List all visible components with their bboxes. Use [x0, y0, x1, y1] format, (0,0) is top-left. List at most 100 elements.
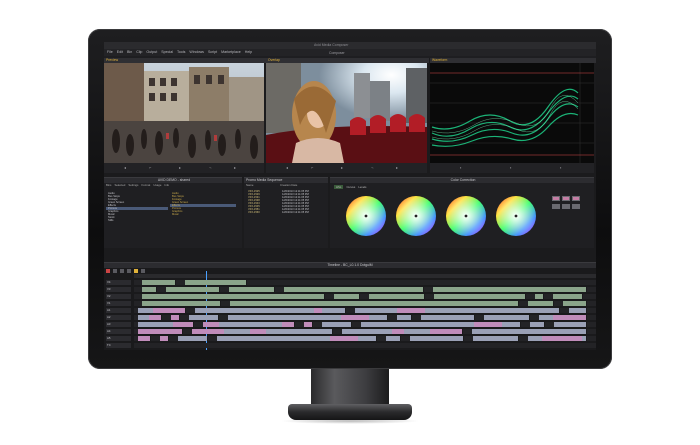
audio-clip[interactable] — [530, 322, 545, 327]
audio-clip[interactable] — [471, 308, 489, 313]
audio-clip[interactable] — [178, 336, 198, 341]
video-clip[interactable] — [414, 301, 434, 306]
audio-clip[interactable] — [341, 315, 370, 320]
audio-clip[interactable] — [282, 322, 295, 327]
audio-clip[interactable] — [322, 308, 346, 313]
midtones-wheel[interactable] — [446, 196, 486, 236]
audio-clip[interactable] — [255, 308, 285, 313]
audio-clip[interactable] — [305, 315, 327, 320]
audio-clip[interactable] — [195, 308, 209, 313]
audio-clip[interactable] — [225, 308, 256, 313]
audio-clip[interactable] — [272, 336, 295, 341]
audio-clip[interactable] — [203, 322, 220, 327]
video-clip[interactable] — [369, 294, 405, 299]
audio-clip[interactable] — [433, 336, 464, 341]
video-clip[interactable] — [563, 301, 587, 306]
menu-bin[interactable]: Bin — [127, 49, 132, 56]
audio-clip[interactable] — [173, 322, 194, 327]
audio-clip[interactable] — [160, 336, 169, 341]
video-clip[interactable] — [222, 280, 247, 285]
audio-clip[interactable] — [224, 329, 251, 334]
audio-clip[interactable] — [569, 315, 587, 320]
menu-help[interactable]: Help — [245, 49, 252, 56]
video-clip[interactable] — [406, 287, 424, 292]
audio-clip[interactable] — [561, 329, 587, 334]
audio-clip[interactable] — [217, 336, 252, 341]
video-clip[interactable] — [229, 287, 256, 292]
video-clip[interactable] — [245, 301, 268, 306]
video-clip[interactable] — [528, 301, 554, 306]
audio-clip[interactable] — [532, 308, 560, 313]
tool-icon[interactable] — [113, 269, 117, 273]
audio-clip[interactable] — [369, 315, 388, 320]
track-header[interactable]: V2 — [106, 294, 131, 299]
video-clip[interactable] — [230, 301, 246, 306]
audio-clip[interactable] — [304, 322, 313, 327]
audio-clip[interactable] — [539, 315, 554, 320]
video-clip[interactable] — [284, 287, 299, 292]
track-header[interactable]: A5 — [106, 336, 131, 341]
video-clip[interactable] — [255, 287, 275, 292]
audio-clip[interactable] — [484, 315, 511, 320]
video-clip[interactable] — [433, 301, 454, 306]
menu-special[interactable]: Special — [161, 49, 173, 56]
menu-tools[interactable]: Tools — [177, 49, 185, 56]
track-header[interactable]: A2 — [106, 315, 131, 320]
audio-clip[interactable] — [415, 329, 431, 334]
video-clip[interactable] — [334, 294, 360, 299]
video-clip[interactable] — [142, 301, 177, 306]
audio-clip[interactable] — [153, 308, 186, 313]
audio-clip[interactable] — [283, 315, 306, 320]
list-item[interactable]: Music — [170, 213, 236, 216]
track-lane[interactable] — [134, 280, 596, 285]
tab-hsl[interactable]: HSL — [334, 185, 344, 189]
bin-tab[interactable]: Selected — [114, 183, 125, 187]
video-clip[interactable] — [193, 294, 207, 299]
step-forward-icon[interactable]: ▸ — [234, 166, 238, 170]
audio-clip[interactable] — [192, 329, 217, 334]
audio-clip[interactable] — [358, 336, 377, 341]
play-icon[interactable]: ▸ — [341, 166, 345, 170]
audio-clip[interactable] — [577, 322, 587, 327]
scope-options-icon[interactable]: ▪ — [560, 166, 564, 170]
audio-clip[interactable] — [502, 322, 521, 327]
audio-clip[interactable] — [474, 322, 503, 327]
video-clip[interactable] — [185, 280, 201, 285]
audio-clip[interactable] — [253, 322, 272, 327]
audio-clip[interactable] — [558, 336, 583, 341]
audio-clip[interactable] — [251, 336, 273, 341]
list-item[interactable]: Stills — [106, 219, 168, 222]
audio-clip[interactable] — [138, 336, 151, 341]
video-clip[interactable] — [484, 294, 503, 299]
audio-clip[interactable] — [149, 315, 162, 320]
audio-clip[interactable] — [208, 308, 226, 313]
audio-clip[interactable] — [250, 329, 267, 334]
audio-clip[interactable] — [322, 322, 342, 327]
mark-out-icon[interactable]: ¬ — [371, 166, 375, 170]
audio-clip[interactable] — [326, 315, 342, 320]
menu-edit[interactable]: Edit — [117, 49, 123, 56]
audio-clip[interactable] — [361, 322, 396, 327]
scope-mode-icon[interactable]: ▪ — [510, 166, 514, 170]
audio-clip[interactable] — [359, 329, 393, 334]
tool-icon[interactable] — [141, 269, 145, 273]
audio-clip[interactable] — [438, 322, 460, 327]
audio-clip[interactable] — [446, 308, 472, 313]
record-viewer[interactable] — [266, 63, 427, 163]
play-icon[interactable]: ▸ — [179, 166, 183, 170]
audio-clip[interactable] — [294, 336, 316, 341]
audio-clip[interactable] — [497, 308, 533, 313]
audio-clip[interactable] — [208, 315, 219, 320]
video-clip[interactable] — [187, 301, 221, 306]
master-wheel[interactable] — [346, 196, 386, 236]
audio-clip[interactable] — [386, 336, 401, 341]
audio-clip[interactable] — [528, 336, 543, 341]
step-back-icon[interactable]: ◂ — [124, 166, 128, 170]
video-clip[interactable] — [445, 287, 464, 292]
track-header[interactable]: V4 — [106, 280, 131, 285]
audio-clip[interactable] — [171, 315, 180, 320]
table-row[interactable]: VFX-1560 1/20/2013 12:11:05 PM — [246, 211, 326, 214]
video-clip[interactable] — [471, 287, 501, 292]
video-clip[interactable] — [513, 294, 526, 299]
track-lane[interactable] — [134, 315, 596, 320]
